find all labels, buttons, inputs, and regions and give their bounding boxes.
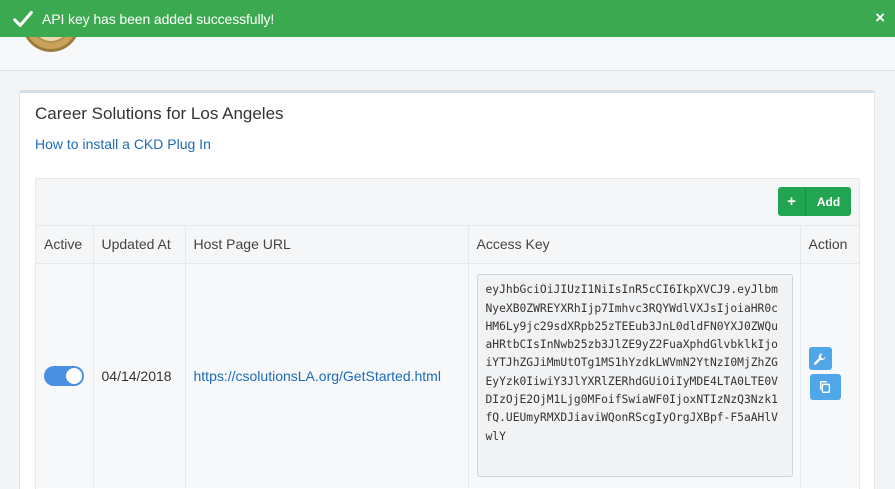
table-header-row: Active Updated At Host Page URL Access K…: [36, 226, 859, 264]
table-toolbar: + Add: [36, 179, 859, 226]
column-header-updated-at: Updated At: [93, 226, 186, 264]
success-toast: API key has been added successfully! ×: [0, 0, 895, 37]
column-header-active: Active: [36, 226, 94, 264]
card-title: Career Solutions for Los Angeles: [35, 104, 284, 123]
close-icon[interactable]: ×: [875, 8, 885, 28]
plus-icon: +: [778, 187, 806, 216]
edit-button[interactable]: [808, 347, 832, 371]
api-keys-table: + Add Active Updated At Host Page URL Ac…: [35, 178, 860, 489]
updated-at-cell: 04/14/2018: [93, 263, 186, 488]
toast-message: API key has been added successfully!: [42, 10, 275, 27]
access-key-cell: eyJhbGciOiJIUzI1NiIsInR5cCI6IkpXVCJ9.eyJ…: [468, 263, 801, 488]
host-page-url-link[interactable]: https://csolutionsLA.org/GetStarted.html: [194, 368, 441, 384]
add-button-label: Add: [816, 194, 841, 209]
check-icon: [13, 10, 33, 27]
active-cell: [36, 263, 94, 488]
copy-icon: [819, 381, 831, 394]
add-button[interactable]: + Add: [778, 187, 851, 216]
column-header-action: Action: [800, 226, 859, 264]
active-toggle[interactable]: [44, 365, 84, 386]
table-row: 04/14/2018 https://csolutionsLA.org/GetS…: [36, 263, 859, 488]
toggle-knob: [66, 367, 82, 384]
column-header-host-url: Host Page URL: [185, 226, 469, 264]
copy-button[interactable]: [809, 374, 841, 401]
wrench-icon: [814, 353, 826, 365]
column-header-access-key: Access Key: [468, 226, 801, 264]
install-help-link[interactable]: How to install a CKD Plug In: [35, 136, 211, 152]
access-key-text[interactable]: eyJhbGciOiJIUzI1NiIsInR5cCI6IkpXVCJ9.eyJ…: [476, 274, 793, 478]
action-cell: [800, 263, 859, 488]
host-url-cell: https://csolutionsLA.org/GetStarted.html: [185, 263, 469, 488]
plugin-card: Career Solutions for Los Angeles How to …: [19, 90, 875, 489]
